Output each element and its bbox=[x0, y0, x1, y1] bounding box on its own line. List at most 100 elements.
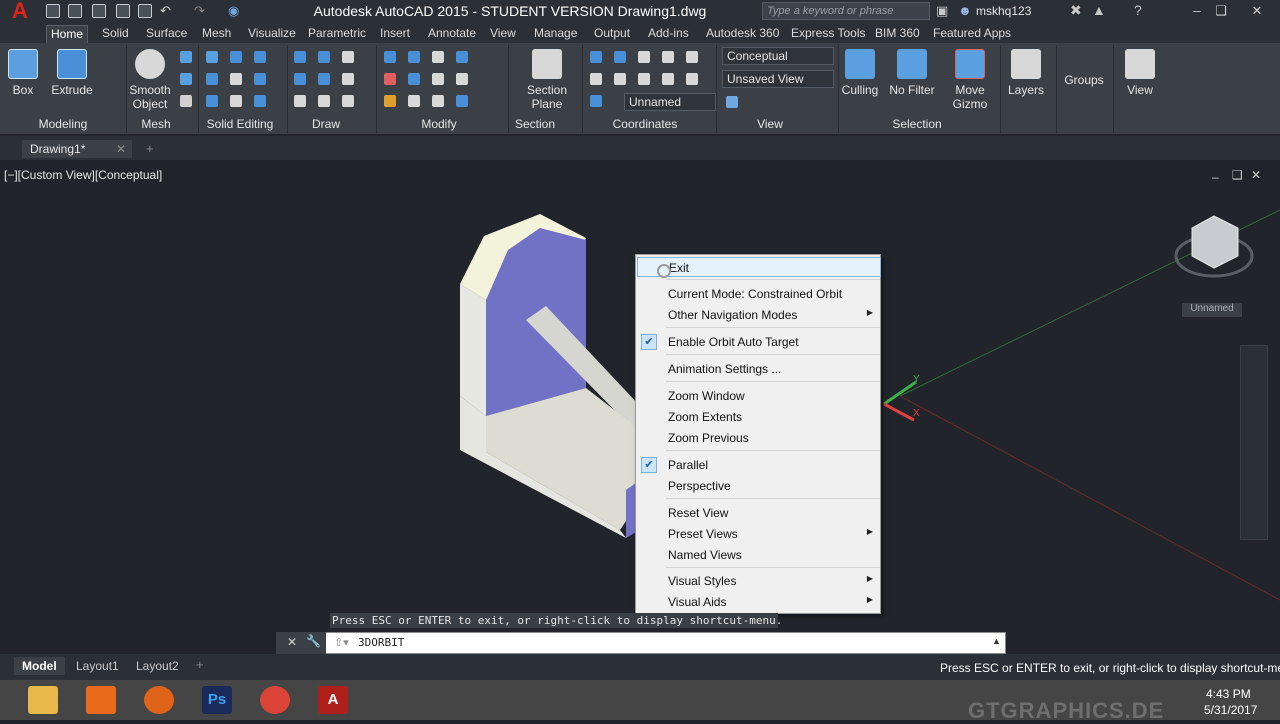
menu-item-current-mode[interactable]: Current Mode: Constrained Orbit bbox=[637, 284, 881, 304]
menu-item-enable-orbit-auto-target[interactable]: ✔ Enable Orbit Auto Target bbox=[637, 332, 881, 352]
offset-icon[interactable] bbox=[408, 73, 420, 85]
file-tab-drawing1[interactable]: Drawing1* ✕ bbox=[22, 140, 132, 158]
ucs-object-icon[interactable] bbox=[686, 51, 698, 63]
ucs-x-icon[interactable] bbox=[590, 73, 602, 85]
trim-icon[interactable] bbox=[408, 51, 420, 63]
mesh-crease-icon[interactable] bbox=[180, 95, 192, 107]
photoshop-icon[interactable]: Ps bbox=[202, 686, 232, 714]
slice-icon[interactable] bbox=[206, 73, 218, 85]
viewport-minimize-icon[interactable]: – bbox=[1212, 170, 1219, 184]
culling-button[interactable]: Culling bbox=[840, 47, 880, 117]
save-icon[interactable] bbox=[92, 4, 106, 18]
close-tab-icon[interactable]: ✕ bbox=[116, 142, 126, 156]
interfere-icon[interactable] bbox=[230, 73, 242, 85]
3d-model[interactable] bbox=[460, 214, 640, 538]
tab-bim-360[interactable]: BIM 360 bbox=[871, 25, 924, 43]
polygon-icon[interactable] bbox=[294, 95, 306, 107]
ucs-y-icon[interactable] bbox=[614, 73, 626, 85]
mirror-icon[interactable] bbox=[456, 73, 468, 85]
tab-autodesk-360[interactable]: Autodesk 360 bbox=[702, 25, 783, 43]
panel-modeling[interactable]: Modeling bbox=[30, 117, 96, 133]
tab-solid[interactable]: Solid bbox=[98, 25, 133, 43]
visual-style-dropdown[interactable]: Conceptual bbox=[722, 47, 834, 65]
ellipse-icon[interactable] bbox=[342, 95, 354, 107]
extrude-button[interactable]: Extrude bbox=[50, 47, 94, 117]
rotate-icon[interactable] bbox=[456, 51, 468, 63]
menu-item-named-views[interactable]: Named Views bbox=[637, 545, 881, 565]
explode-icon[interactable] bbox=[384, 73, 396, 85]
ucs-face-icon[interactable] bbox=[662, 51, 674, 63]
restore-icon[interactable]: ❑ bbox=[1210, 2, 1232, 20]
menu-item-zoom-extents[interactable]: Zoom Extents bbox=[637, 407, 881, 427]
redo-icon[interactable]: ↷ bbox=[194, 3, 205, 19]
menu-item-visual-aids[interactable]: Visual Aids ▶ bbox=[637, 592, 881, 612]
tab-visualize[interactable]: Visualize bbox=[244, 25, 300, 43]
fillet-edge-icon[interactable] bbox=[254, 95, 266, 107]
navigation-bar[interactable] bbox=[1240, 345, 1268, 540]
separate-icon[interactable] bbox=[230, 95, 242, 107]
viewport-restore-icon[interactable]: ❑ bbox=[1232, 168, 1243, 182]
workspace-icon[interactable]: ◉ bbox=[228, 3, 239, 19]
tab-mesh[interactable]: Mesh bbox=[198, 25, 235, 43]
panel-solid-editing[interactable]: Solid Editing bbox=[200, 117, 280, 133]
tab-parametric[interactable]: Parametric bbox=[304, 25, 370, 43]
menu-item-visual-styles[interactable]: Visual Styles ▶ bbox=[637, 571, 881, 591]
minimize-icon[interactable]: – bbox=[1186, 2, 1208, 20]
tab-home[interactable]: Home bbox=[46, 25, 89, 43]
align-icon[interactable] bbox=[408, 95, 420, 107]
no-filter-button[interactable]: No Filter bbox=[888, 47, 936, 117]
undo-icon[interactable]: ↶ bbox=[160, 3, 171, 19]
tab-featured-apps[interactable]: Featured Apps bbox=[929, 25, 1015, 43]
menu-item-parallel[interactable]: ✔ Parallel bbox=[637, 455, 881, 475]
groups-button[interactable]: Groups bbox=[1060, 47, 1108, 117]
ucs-view-icon[interactable] bbox=[662, 73, 674, 85]
binoculars-icon[interactable]: ▣ bbox=[936, 3, 948, 19]
tab-insert[interactable]: Insert bbox=[376, 25, 414, 43]
autocad-taskbar-icon[interactable]: A bbox=[318, 686, 348, 714]
user-icon[interactable]: ☻ bbox=[958, 3, 972, 18]
union-icon[interactable] bbox=[206, 51, 218, 63]
shell-icon[interactable] bbox=[206, 95, 218, 107]
menu-item-other-navigation-modes[interactable]: Other Navigation Modes ▶ bbox=[637, 305, 881, 325]
tab-surface[interactable]: Surface bbox=[142, 25, 191, 43]
new-tab-icon[interactable]: + bbox=[146, 141, 154, 156]
move-gizmo-button[interactable]: Move Gizmo bbox=[948, 47, 992, 117]
menu-item-zoom-previous[interactable]: Zoom Previous bbox=[637, 428, 881, 448]
saved-view-dropdown[interactable]: Unsaved View bbox=[722, 70, 834, 88]
panel-view[interactable]: View bbox=[752, 117, 788, 133]
search-input[interactable]: Type a keyword or phrase bbox=[762, 2, 930, 20]
panel-section[interactable]: Section bbox=[512, 117, 558, 133]
chrome-icon[interactable] bbox=[260, 686, 290, 714]
intersect-icon[interactable] bbox=[254, 51, 266, 63]
tab-output[interactable]: Output bbox=[590, 25, 634, 43]
viewcube[interactable] bbox=[1174, 215, 1254, 278]
tab-layout1[interactable]: Layout1 bbox=[68, 657, 127, 675]
a360-icon[interactable]: ▲ bbox=[1092, 2, 1106, 18]
ucs-z-icon[interactable] bbox=[638, 73, 650, 85]
new-layout-icon[interactable]: + bbox=[196, 657, 204, 672]
section-plane-button[interactable]: Section Plane bbox=[522, 47, 572, 117]
close-command-line-icon[interactable]: ✕ bbox=[287, 635, 297, 649]
user-name[interactable]: mskhq123 bbox=[976, 4, 1031, 18]
customize-icon[interactable]: 🔧 bbox=[306, 634, 321, 648]
menu-item-animation-settings[interactable]: Animation Settings ... bbox=[637, 359, 881, 379]
ucs-origin-icon[interactable] bbox=[638, 51, 650, 63]
box-button[interactable]: Box bbox=[6, 47, 40, 117]
clock-time[interactable]: 4:43 PM bbox=[1206, 687, 1251, 701]
panel-modify[interactable]: Modify bbox=[414, 117, 464, 133]
viewport-close-icon[interactable]: ✕ bbox=[1251, 168, 1261, 182]
polyline-icon[interactable] bbox=[318, 51, 330, 63]
tab-express-tools[interactable]: Express Tools bbox=[787, 25, 869, 43]
tab-add-ins[interactable]: Add-ins bbox=[644, 25, 693, 43]
menu-item-exit[interactable]: Exit bbox=[637, 257, 881, 277]
help-icon[interactable]: ? bbox=[1134, 2, 1142, 18]
recent-commands-icon[interactable]: ⇧▾ bbox=[334, 636, 349, 649]
line-icon[interactable] bbox=[294, 51, 306, 63]
close-icon[interactable]: ✕ bbox=[1246, 2, 1268, 20]
menu-item-reset-view[interactable]: Reset View bbox=[637, 503, 881, 523]
move-icon[interactable] bbox=[432, 51, 444, 63]
command-history-toggle-icon[interactable]: ▲ bbox=[992, 636, 1001, 646]
open-file-icon[interactable] bbox=[68, 4, 82, 18]
clock-date[interactable]: 5/31/2017 bbox=[1204, 703, 1257, 717]
new-file-icon[interactable] bbox=[46, 4, 60, 18]
